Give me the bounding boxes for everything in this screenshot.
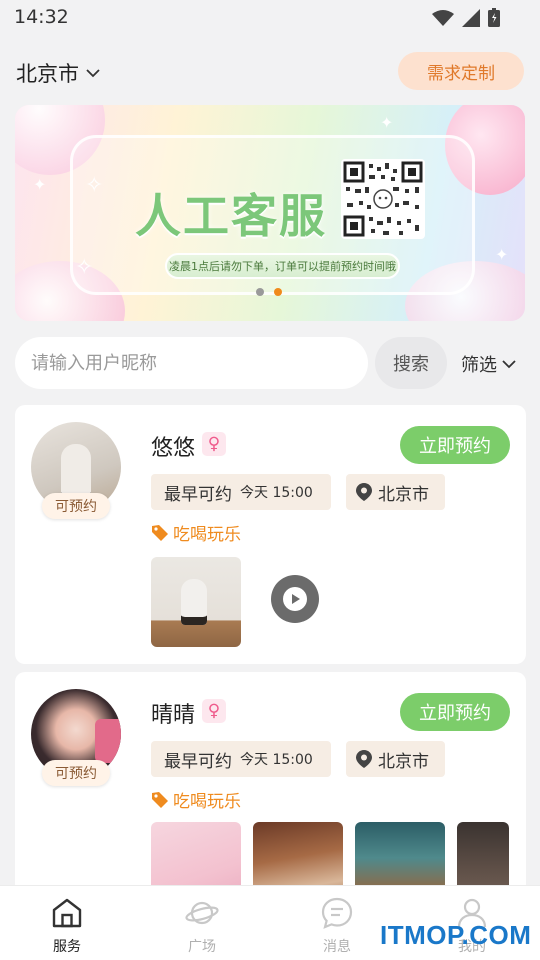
provider-name: 晴晴 (151, 703, 196, 728)
category-tag-label: 吃喝玩乐 (173, 792, 241, 812)
status-icons (432, 8, 500, 27)
status-time: 14:32 (14, 6, 69, 28)
play-video-button[interactable] (271, 575, 319, 623)
signal-icon (462, 8, 480, 27)
battery-icon (488, 8, 500, 27)
provider-name: 悠悠 (151, 436, 196, 461)
earliest-time-value: 今天 15:00 (240, 485, 313, 501)
photo-thumbnail[interactable] (151, 557, 241, 647)
city-label: 北京市 (16, 62, 79, 86)
sparkle-icon: ✦ (380, 113, 394, 132)
provider-card[interactable]: 可预约 悠悠 ♀ 立即预约 最早可约 今天 15:00 北京市 吃喝玩乐 (15, 405, 526, 664)
book-now-button[interactable]: 立即预约 (400, 693, 510, 731)
location-pin-icon (356, 750, 372, 768)
filter-label: 筛选 (461, 355, 497, 376)
location-text: 北京市 (378, 751, 429, 772)
location-chip: 北京市 (346, 474, 445, 510)
tag-icon (152, 524, 168, 541)
banner-note: 凌晨1点后请勿下单，订单可以提前预约时间哦 (165, 253, 400, 279)
location-pin-icon (356, 483, 372, 501)
wifi-icon (432, 9, 454, 26)
earliest-time-chip: 最早可约 今天 15:00 (151, 741, 331, 777)
chevron-down-icon (502, 360, 516, 369)
planet-icon (185, 901, 219, 925)
nav-label: 消息 (323, 939, 351, 955)
available-badge: 可预约 (42, 760, 110, 786)
home-icon (52, 898, 82, 928)
watermark: ITMOP.COM (380, 920, 532, 950)
nickname-search-input[interactable] (15, 337, 368, 389)
location-chip: 北京市 (346, 741, 445, 777)
provider-card[interactable]: 可预约 晴晴 ♀ 立即预约 最早可约 今天 15:00 北京市 吃喝玩乐 (15, 672, 526, 912)
tag-icon (152, 791, 168, 808)
custom-request-button[interactable]: 需求定制 (398, 52, 524, 90)
filter-button[interactable]: 筛选 (461, 351, 517, 377)
category-tag-label: 吃喝玩乐 (173, 525, 241, 545)
play-icon (292, 594, 300, 604)
nav-item-plaza[interactable]: 广场 (162, 896, 242, 956)
earliest-time-label: 最早可约 (164, 751, 232, 772)
earliest-time-chip: 最早可约 今天 15:00 (151, 474, 331, 510)
book-now-button[interactable]: 立即预约 (400, 426, 510, 464)
nav-label: 服务 (53, 939, 81, 955)
carousel-dot[interactable] (256, 288, 264, 296)
nav-item-service[interactable]: 服务 (27, 896, 107, 956)
sparkle-icon: ✦ (33, 175, 47, 194)
earliest-time-label: 最早可约 (164, 484, 232, 505)
location-text: 北京市 (378, 484, 429, 505)
nav-label: 广场 (188, 939, 216, 955)
carousel-dot-active[interactable] (274, 288, 282, 296)
qr-code-icon (341, 159, 425, 239)
status-bar: 14:32 (0, 0, 540, 36)
female-icon: ♀ (202, 432, 226, 456)
female-icon: ♀ (202, 699, 226, 723)
sparkle-icon: ✦ (495, 245, 509, 264)
chevron-down-icon (86, 69, 100, 78)
nav-item-messages[interactable]: 消息 (297, 896, 377, 956)
city-selector[interactable]: 北京市 (16, 58, 101, 88)
promo-banner[interactable]: ✦ ✧ ✦ ✦ ✧ 人工客服 凌晨1点后请勿下单，订单可以提前预约时间哦 (15, 105, 525, 321)
message-icon (321, 897, 353, 929)
banner-title: 人工客服 (135, 189, 327, 243)
earliest-time-value: 今天 15:00 (240, 752, 313, 768)
search-button[interactable]: 搜索 (375, 337, 447, 389)
category-tag: 吃喝玩乐 (151, 787, 241, 812)
category-tag: 吃喝玩乐 (151, 520, 241, 545)
carousel-indicator (256, 288, 282, 296)
available-badge: 可预约 (42, 493, 110, 519)
